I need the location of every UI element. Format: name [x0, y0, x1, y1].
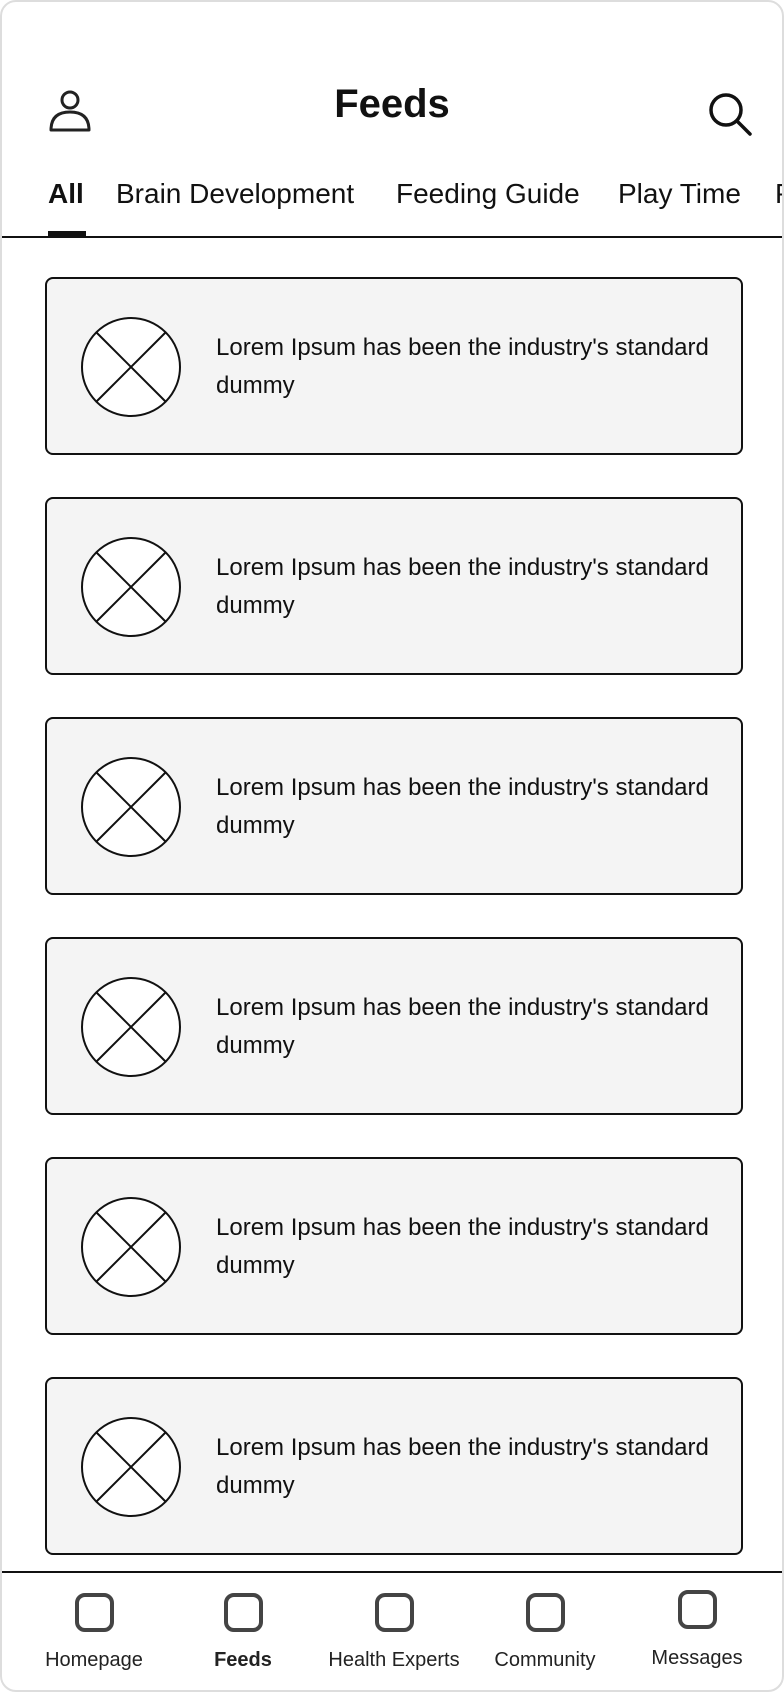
active-tab-indicator [48, 231, 86, 236]
nav-messages[interactable]: Messages [622, 1573, 772, 1690]
feed-card-text: Lorem Ipsum has been the industry's stan… [216, 1434, 709, 1499]
feed-card-text: Lorem Ipsum has been the industry's stan… [216, 774, 709, 839]
nav-label: Feeds [214, 1649, 272, 1671]
feed-card[interactable]: Lorem Ipsum has been the industry's stan… [45, 717, 743, 895]
feed-card-text: Lorem Ipsum has been the industry's stan… [216, 334, 709, 399]
category-tabs: All Brain Development Feeding Guide Play… [2, 172, 782, 238]
image-placeholder-icon [81, 537, 181, 637]
tab-more[interactable]: P [775, 178, 782, 210]
image-placeholder-icon [81, 1197, 181, 1297]
feed-card-text: Lorem Ipsum has been the industry's stan… [216, 1214, 709, 1279]
nav-feeds[interactable]: Feeds [168, 1573, 318, 1690]
image-placeholder-icon [81, 977, 181, 1077]
messages-icon [678, 1590, 717, 1629]
image-placeholder-icon [81, 1417, 181, 1517]
feed-card-text: Lorem Ipsum has been the industry's stan… [216, 994, 709, 1059]
tab-play-time[interactable]: Play Time [618, 178, 741, 210]
app-frame: Feeds All Brain Development Feeding Guid… [0, 0, 784, 1692]
feed-card[interactable]: Lorem Ipsum has been the industry's stan… [45, 1377, 743, 1555]
tab-brain-development[interactable]: Brain Development [116, 178, 354, 210]
nav-health-experts[interactable]: Health Experts [319, 1573, 469, 1690]
nav-label: Messages [651, 1647, 743, 1669]
nav-homepage[interactable]: Homepage [19, 1573, 169, 1690]
feed-card[interactable]: Lorem Ipsum has been the industry's stan… [45, 1157, 743, 1335]
search-icon[interactable] [706, 90, 754, 138]
nav-label: Homepage [45, 1649, 143, 1671]
nav-community[interactable]: Community [470, 1573, 620, 1690]
feed-card-text: Lorem Ipsum has been the industry's stan… [216, 554, 709, 619]
feed-card[interactable]: Lorem Ipsum has been the industry's stan… [45, 277, 743, 455]
homepage-icon [75, 1593, 114, 1632]
tab-all[interactable]: All [48, 178, 84, 210]
page-title: Feeds [334, 82, 450, 126]
nav-label: Health Experts [328, 1649, 460, 1671]
bottom-nav: Homepage Feeds Health Experts Community … [2, 1571, 782, 1690]
feed-card[interactable]: Lorem Ipsum has been the industry's stan… [45, 937, 743, 1115]
image-placeholder-icon [81, 317, 181, 417]
image-placeholder-icon [81, 757, 181, 857]
tab-feeding-guide[interactable]: Feeding Guide [396, 178, 580, 210]
community-icon [526, 1593, 565, 1632]
nav-label: Community [494, 1649, 596, 1671]
feeds-icon [224, 1593, 263, 1632]
feed-card[interactable]: Lorem Ipsum has been the industry's stan… [45, 497, 743, 675]
health-experts-icon [375, 1593, 414, 1632]
